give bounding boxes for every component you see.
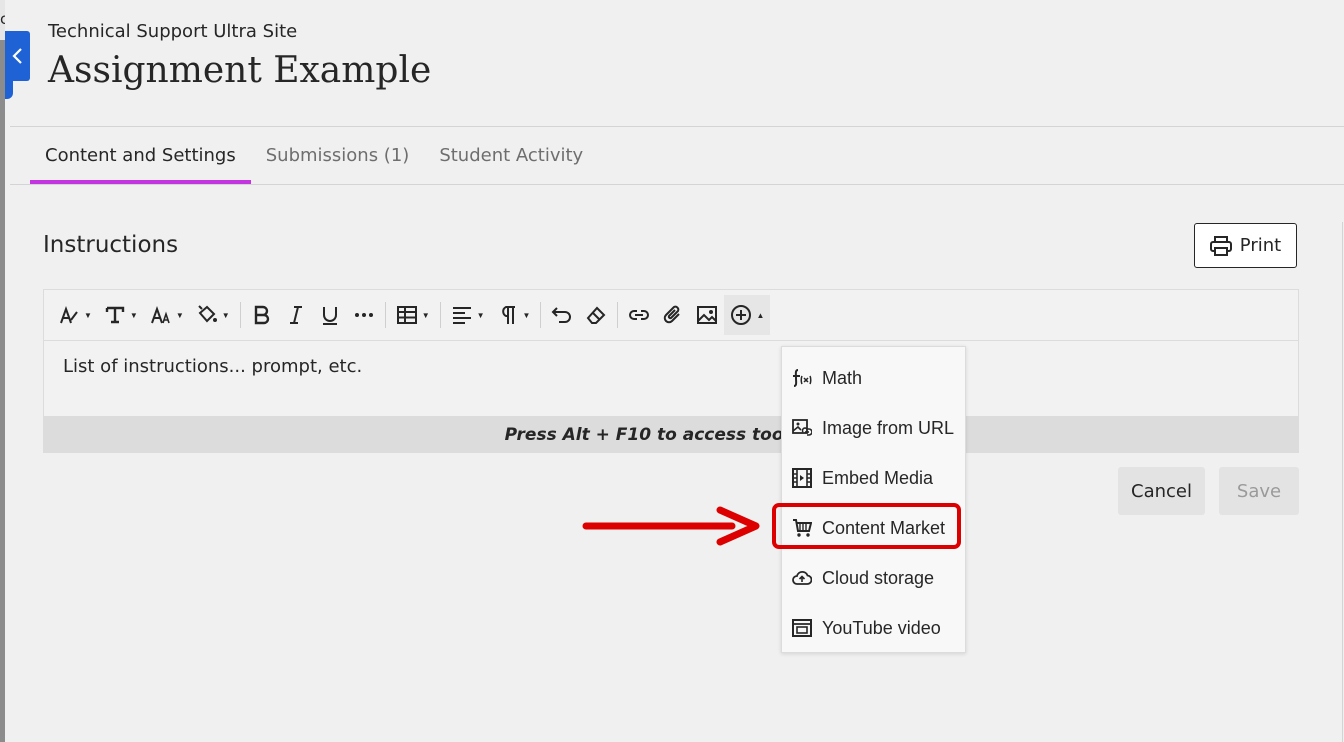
close-panel-button[interactable]	[5, 31, 30, 99]
table-dropdown[interactable]: ▼	[390, 295, 436, 335]
more-icon	[354, 313, 373, 317]
toolbar-separator	[239, 302, 241, 328]
scroll-track	[1342, 222, 1343, 742]
clear-format-icon	[587, 306, 606, 324]
tabs-divider	[10, 184, 1344, 185]
editor-content[interactable]: List of instructions... prompt, etc.	[63, 356, 362, 377]
print-button[interactable]: Print	[1194, 223, 1297, 268]
menu-item-label: Math	[822, 367, 863, 388]
image-icon	[697, 306, 718, 324]
course-name[interactable]: Technical Support Ultra Site	[48, 21, 297, 42]
print-label: Print	[1239, 235, 1282, 256]
font-size-icon	[150, 306, 170, 324]
toolbar-separator	[439, 302, 441, 328]
menu-item-image-from-url[interactable]: Image from URL	[782, 405, 965, 451]
insert-content-dropdown[interactable]: ▲	[724, 295, 771, 335]
menu-item-label: Image from URL	[822, 417, 955, 438]
rich-text-editor: ▼ ▼ ▼ ▼ ▼ ▼ ▼ ▲ List of instructions... …	[43, 289, 1299, 453]
link-icon	[629, 310, 650, 320]
chevron-left-icon	[11, 48, 22, 64]
save-button[interactable]: Save	[1219, 467, 1299, 515]
insert-link-button[interactable]	[622, 295, 656, 335]
annotation-arrow-icon	[582, 506, 760, 546]
insert-content-menu: Math Image from URL Embed Media Content …	[781, 346, 966, 653]
paragraph-style-dropdown[interactable]: ▼	[52, 295, 98, 335]
table-icon	[396, 306, 417, 324]
italic-button[interactable]	[279, 295, 313, 335]
toolbar-separator	[384, 302, 386, 328]
instructions-heading: Instructions	[43, 232, 179, 258]
printer-icon	[1209, 235, 1232, 256]
font-size-dropdown[interactable]: ▼	[144, 295, 190, 335]
bold-icon	[254, 305, 269, 325]
film-icon	[792, 468, 812, 488]
tab-bar: Content and Settings Submissions (1) Stu…	[30, 127, 598, 184]
menu-item-embed-media[interactable]: Embed Media	[782, 455, 965, 501]
paragraph-format-dropdown[interactable]: ▼	[491, 295, 537, 335]
math-icon	[793, 369, 812, 387]
attach-file-button[interactable]	[656, 295, 690, 335]
menu-item-youtube-video[interactable]: YouTube video	[782, 605, 965, 651]
editor-toolbar: ▼ ▼ ▼ ▼ ▼ ▼ ▼ ▲	[44, 290, 1298, 341]
bold-button[interactable]	[245, 295, 279, 335]
toolbar-separator	[540, 302, 542, 328]
align-icon	[452, 307, 471, 324]
insert-content-icon	[731, 305, 752, 325]
page-title: Assignment Example	[48, 50, 432, 91]
alignment-dropdown[interactable]: ▼	[445, 295, 491, 335]
paragraph-style-icon	[60, 306, 78, 324]
attach-icon	[664, 305, 681, 324]
text-color-dropdown[interactable]: ▼	[190, 295, 236, 335]
tab-student-activity[interactable]: Student Activity	[424, 127, 598, 184]
paragraph-format-icon	[501, 306, 515, 324]
underline-icon	[322, 307, 337, 325]
text-style-dropdown[interactable]: ▼	[98, 295, 144, 335]
image-url-icon	[792, 419, 812, 436]
more-formatting-button[interactable]	[347, 295, 381, 335]
cloud-upload-icon	[792, 570, 812, 585]
menu-item-label: YouTube video	[822, 617, 941, 638]
insert-image-button[interactable]	[690, 295, 724, 335]
text-color-icon	[198, 305, 217, 323]
video-frame-icon	[792, 619, 812, 637]
italic-icon	[289, 306, 302, 324]
toolbar-separator	[617, 302, 619, 328]
underline-button[interactable]	[313, 295, 347, 335]
undo-icon	[552, 307, 572, 323]
menu-item-label: Embed Media	[822, 467, 934, 488]
tab-content-and-settings[interactable]: Content and Settings	[30, 127, 251, 184]
clear-formatting-button[interactable]	[579, 295, 613, 335]
text-style-icon	[105, 306, 125, 324]
menu-item-cloud-storage[interactable]: Cloud storage	[782, 555, 965, 601]
annotation-highlight-box	[772, 503, 961, 549]
cancel-button[interactable]: Cancel	[1118, 467, 1205, 515]
menu-item-math[interactable]: Math	[782, 355, 965, 401]
undo-button[interactable]	[545, 295, 579, 335]
tab-submissions[interactable]: Submissions (1)	[251, 127, 425, 184]
menu-item-label: Cloud storage	[822, 567, 935, 588]
editor-status-bar: Press Alt + F10 to access toolbar c	[44, 416, 1298, 453]
